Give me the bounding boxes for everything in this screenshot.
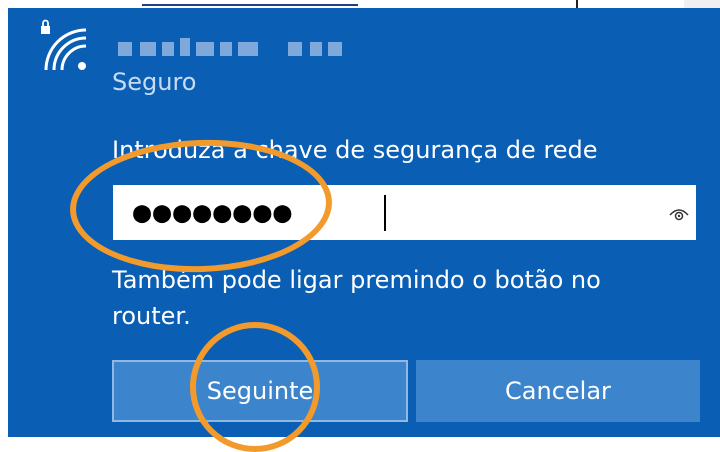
network-name-redacted (118, 38, 368, 60)
wps-hint: Também pode ligar premindo o botão no ro… (112, 266, 601, 330)
cancel-button[interactable]: Cancelar (416, 360, 700, 422)
eye-icon[interactable] (668, 203, 690, 225)
security-key-prompt: Introduza a chave de segurança de rede (112, 136, 598, 164)
wifi-connect-panel: Seguro Introduza a chave de segurança de… (8, 8, 720, 437)
cursor-decor (576, 0, 578, 8)
text-caret (384, 195, 386, 231)
wifi-secured-icon (41, 19, 87, 70)
security-status: Seguro (112, 68, 197, 96)
top-strip (0, 0, 720, 8)
security-key-input[interactable]: ●●●●●●●● (113, 185, 696, 240)
underline-decor (142, 4, 358, 6)
next-button[interactable]: Seguinte (112, 360, 408, 422)
security-key-value: ●●●●●●●● (133, 195, 294, 230)
corner-decor (684, 0, 720, 8)
